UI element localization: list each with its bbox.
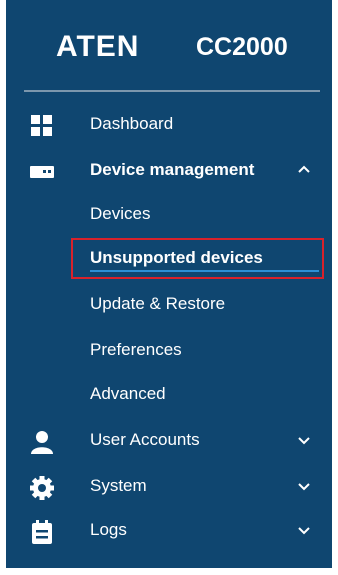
nav-item-device-management[interactable]: Device management: [6, 150, 332, 190]
header-divider: [24, 90, 320, 92]
sub-label-advanced: Advanced: [90, 384, 166, 403]
sidebar: ATEN CC2000 Dashboard Device management: [6, 0, 332, 568]
nav-label-system: System: [90, 476, 147, 495]
clipboard-icon: [30, 520, 54, 544]
nav-item-system[interactable]: System: [6, 466, 332, 506]
nav-label-logs: Logs: [90, 520, 127, 539]
sub-label-update-restore: Update & Restore: [90, 294, 226, 313]
nav-label-dashboard: Dashboard: [90, 114, 174, 133]
device-icon: [30, 160, 54, 184]
chevron-up-icon[interactable]: [296, 162, 312, 178]
sub-item-unsupported-devices[interactable]: Unsupported devices: [6, 238, 332, 278]
chevron-down-icon[interactable]: [296, 522, 312, 538]
sub-label-unsupported-devices: Unsupported devices: [90, 248, 263, 267]
sub-item-advanced[interactable]: Advanced: [6, 374, 332, 414]
product-model: CC2000: [196, 33, 288, 61]
active-item-underline: [90, 270, 319, 272]
nav-item-user-accounts[interactable]: User Accounts: [6, 420, 332, 460]
nav-label-device-management: Device management: [90, 160, 255, 179]
sub-label-preferences: Preferences: [90, 340, 182, 359]
brand-header: ATEN CC2000: [6, 0, 332, 92]
nav-item-logs[interactable]: Logs: [6, 510, 332, 550]
sub-label-devices: Devices: [90, 204, 151, 223]
sub-item-devices[interactable]: Devices: [6, 194, 332, 234]
gear-icon: [30, 476, 54, 500]
sub-item-preferences[interactable]: Preferences: [6, 330, 332, 370]
nav-label-user-accounts: User Accounts: [90, 430, 200, 449]
sub-item-update-restore[interactable]: Update & Restore: [6, 284, 332, 324]
user-icon: [30, 430, 54, 454]
chevron-down-icon[interactable]: [296, 432, 312, 448]
chevron-down-icon[interactable]: [296, 478, 312, 494]
grid-icon: [30, 114, 54, 138]
nav-item-dashboard[interactable]: Dashboard: [6, 104, 332, 144]
aten-logo[interactable]: ATEN: [56, 30, 139, 64]
